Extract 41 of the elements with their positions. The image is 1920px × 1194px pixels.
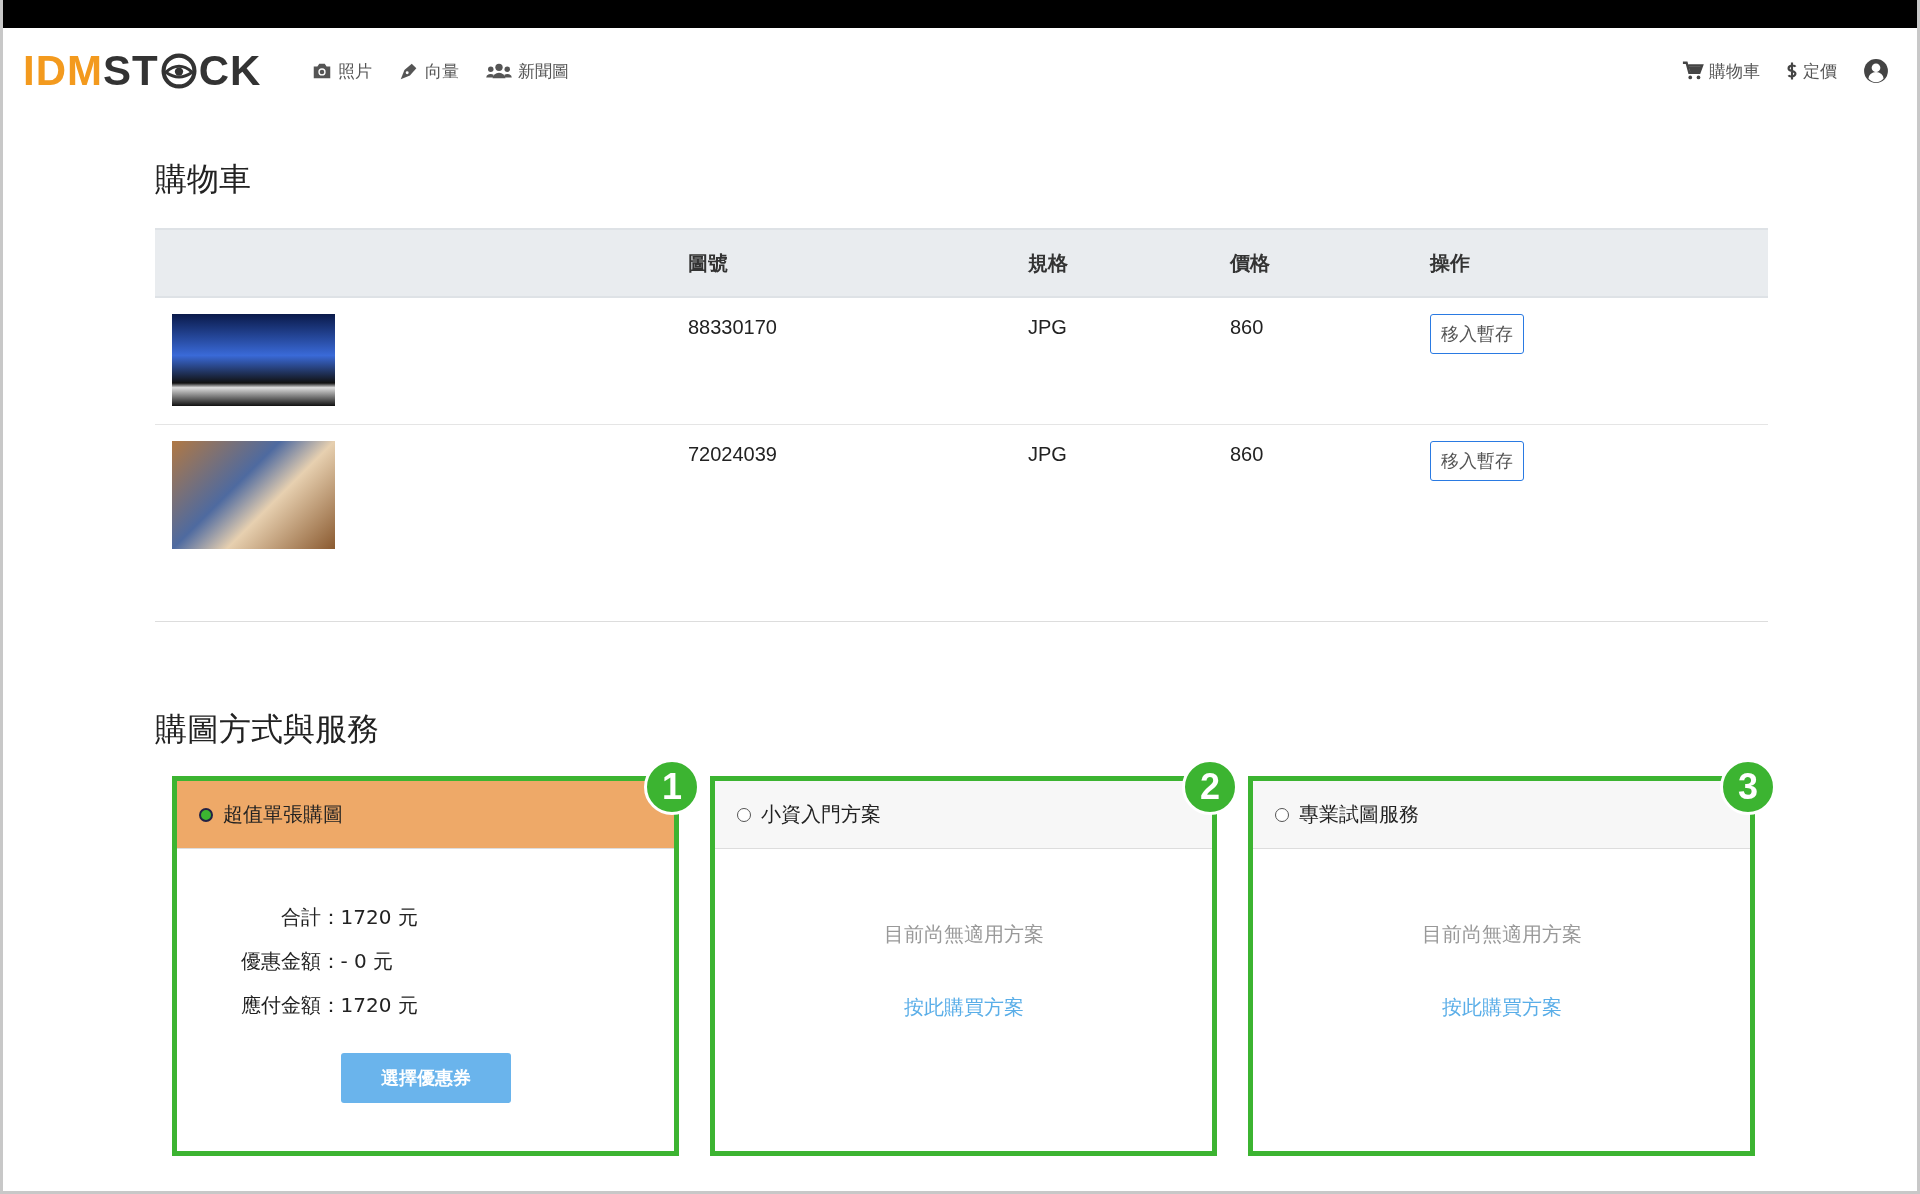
empty-message: 目前尚無適用方案 (1421, 921, 1582, 948)
column-header: 規格 (1028, 249, 1069, 277)
empty-message: 目前尚無適用方案 (883, 921, 1044, 948)
table-cell-text: 72024039 (688, 442, 778, 467)
summary-label: 優惠金額： (239, 947, 341, 975)
table-cell-text: 860 (1230, 315, 1265, 340)
summary-value: - 0 元 (340, 947, 394, 975)
table-cell-text: 88330170 (688, 315, 778, 340)
summary-label: 合計： (279, 903, 341, 931)
dollar-icon (1786, 60, 1798, 82)
nav-link[interactable]: 新聞圖 (485, 59, 570, 83)
column-header: 操作 (1430, 249, 1471, 277)
column-header: 價格 (1230, 249, 1271, 277)
option-label: 專業試圖服務 (1299, 801, 1419, 828)
option-label: 小資入門方案 (761, 801, 881, 828)
option-label: 超值單張購圖 (223, 801, 343, 828)
nav-link[interactable]: 購物車 (1682, 59, 1760, 83)
table-cell-text: 860 (1230, 442, 1265, 467)
summary-label: 應付金額： (239, 991, 341, 1019)
nav-link[interactable]: 定價 (1786, 59, 1837, 83)
summary-value: 1720 元 (340, 991, 418, 1019)
radio-button[interactable] (1275, 807, 1289, 822)
eye-icon (159, 52, 198, 90)
number-badge: 3 (1720, 759, 1776, 815)
move-to-saved-button[interactable]: 移入暫存 (1430, 441, 1524, 481)
nav-link[interactable]: 向量 (398, 59, 460, 83)
move-to-saved-button[interactable]: 移入暫存 (1430, 314, 1524, 354)
table-cell-text: JPG (1028, 442, 1068, 467)
summary-value: 1720 元 (340, 903, 418, 931)
number-badge: 2 (1182, 759, 1238, 815)
section-title: 購圖方式與服務 (155, 709, 380, 750)
user-avatar-icon[interactable] (1863, 58, 1889, 84)
number-badge: 1 (644, 759, 700, 815)
section-title: 購物車 (155, 159, 252, 200)
table-cell-text: JPG (1028, 315, 1068, 340)
cart-icon (1682, 60, 1704, 82)
logo[interactable]: IDMST CK (23, 47, 262, 95)
radio-button[interactable] (737, 807, 751, 822)
nav-link[interactable]: 照片 (311, 59, 373, 83)
column-header: 圖號 (688, 249, 729, 277)
radio-button[interactable] (199, 807, 213, 822)
